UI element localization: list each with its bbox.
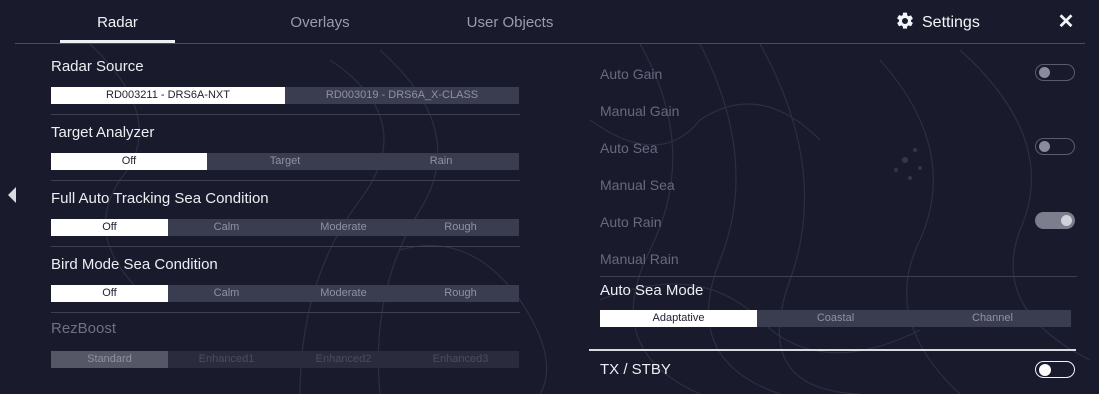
bird-mode-option[interactable]: Off: [51, 285, 168, 302]
tx-stby-label: TX / STBY: [600, 361, 671, 378]
auto-rain-label: Auto Rain: [600, 214, 662, 230]
rezboost-option: Enhanced2: [315, 353, 372, 365]
bird-mode-option[interactable]: Moderate: [285, 285, 402, 302]
manual-sea-label: Manual Sea: [600, 177, 675, 193]
full-auto-tracking-option[interactable]: Off: [51, 219, 168, 236]
target-analyzer-option[interactable]: Off: [51, 153, 207, 170]
settings-label: Settings: [922, 14, 980, 31]
target-analyzer-label: Target Analyzer: [51, 124, 155, 141]
radar-source-label: Radar Source: [51, 58, 144, 75]
auto-sea-mode-option[interactable]: Channel: [914, 310, 1071, 327]
manual-gain-label: Manual Gain: [600, 103, 680, 119]
full-auto-tracking-selector[interactable]: Off Calm Moderate Rough: [51, 219, 519, 236]
chevron-left-icon[interactable]: [8, 187, 16, 203]
auto-rain-toggle[interactable]: [1035, 212, 1075, 229]
tab-user-objects[interactable]: User Objects: [450, 0, 570, 44]
rezboost-label: RezBoost: [51, 320, 117, 337]
tab-bar-divider: [15, 43, 1085, 44]
auto-sea-label: Auto Sea: [600, 140, 658, 156]
rezboost-selector: Standard Enhanced1 Enhanced2 Enhanced3: [51, 351, 519, 368]
divider: [51, 114, 520, 115]
auto-sea-toggle[interactable]: [1035, 138, 1075, 155]
bird-mode-label: Bird Mode Sea Condition: [51, 256, 218, 273]
auto-sea-mode-option[interactable]: Coastal: [757, 310, 914, 327]
tab-overlays[interactable]: Overlays: [260, 0, 380, 44]
full-auto-tracking-option[interactable]: Calm: [168, 219, 285, 236]
gear-icon: [895, 11, 915, 36]
bird-mode-option[interactable]: Calm: [168, 285, 285, 302]
full-auto-tracking-label: Full Auto Tracking Sea Condition: [51, 190, 269, 207]
auto-gain-label: Auto Gain: [600, 66, 663, 82]
rezboost-option: Standard: [51, 351, 168, 368]
auto-sea-mode-selector[interactable]: Adaptative Coastal Channel: [600, 310, 1071, 327]
manual-rain-label: Manual Rain: [600, 251, 679, 267]
full-auto-tracking-option[interactable]: Rough: [402, 219, 519, 236]
tx-stby-divider: [589, 349, 1076, 351]
divider: [51, 180, 520, 181]
target-analyzer-selector[interactable]: Off Target Rain: [51, 153, 519, 170]
bird-mode-selector[interactable]: Off Calm Moderate Rough: [51, 285, 519, 302]
tab-radar[interactable]: Radar: [60, 0, 175, 44]
auto-gain-toggle[interactable]: [1035, 64, 1075, 81]
radar-source-selector[interactable]: RD003211 - DRS6A-NXT RD003019 - DRS6A_X-…: [51, 87, 519, 104]
auto-sea-mode-label: Auto Sea Mode: [600, 282, 704, 299]
divider: [51, 246, 520, 247]
radar-source-option[interactable]: RD003211 - DRS6A-NXT: [51, 87, 285, 104]
target-analyzer-option[interactable]: Target: [207, 153, 363, 170]
divider: [600, 276, 1077, 277]
close-icon[interactable]: ✕: [1054, 10, 1078, 34]
auto-sea-mode-option[interactable]: Adaptative: [600, 310, 757, 327]
divider: [51, 312, 520, 313]
full-auto-tracking-option[interactable]: Moderate: [285, 219, 402, 236]
tx-stby-toggle[interactable]: [1035, 361, 1075, 378]
radar-source-option[interactable]: RD003019 - DRS6A_X-CLASS: [285, 87, 519, 104]
rezboost-option: Enhanced3: [432, 353, 489, 365]
target-analyzer-option[interactable]: Rain: [363, 153, 519, 170]
top-bar: Radar Overlays User Objects Settings ✕: [0, 0, 1099, 44]
settings-button[interactable]: Settings: [895, 11, 980, 35]
bird-mode-option[interactable]: Rough: [402, 285, 519, 302]
rezboost-option: Enhanced1: [198, 353, 255, 365]
